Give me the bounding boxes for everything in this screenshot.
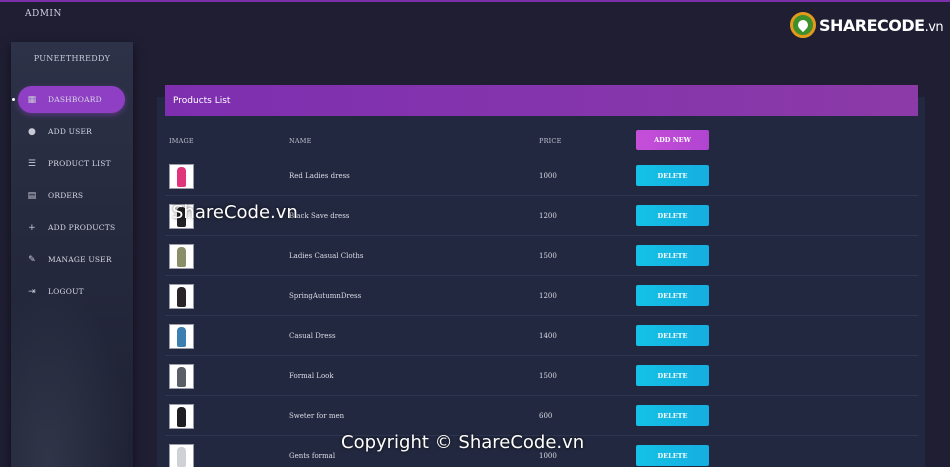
sidebar-item-label: ORDERS bbox=[48, 191, 84, 200]
column-header-price: PRICE bbox=[539, 137, 562, 145]
list-icon: ☰ bbox=[27, 158, 37, 169]
sidebar-item-orders[interactable]: ▤ ORDERS bbox=[11, 182, 133, 209]
table-row: SpringAutumnDress 1200 DELETE bbox=[165, 276, 918, 316]
product-thumbnail bbox=[169, 404, 194, 429]
product-price: 1000 bbox=[539, 452, 557, 460]
library-icon: ▤ bbox=[27, 190, 37, 201]
product-name: Red Ladies dress bbox=[289, 172, 350, 180]
table-row: Casual Dress 1400 DELETE bbox=[165, 316, 918, 356]
sidebar-nav: ▦ DASHBOARD ● ADD USER ☰ PRODUCT LIST ▤ ORDERS +… bbox=[11, 86, 133, 310]
product-price: 1500 bbox=[539, 252, 557, 260]
product-thumbnail bbox=[169, 364, 194, 389]
table-header: IMAGE NAME PRICE ADD NEW bbox=[165, 130, 918, 152]
product-name: Black Save dress bbox=[289, 212, 350, 220]
product-image bbox=[177, 326, 186, 347]
product-image bbox=[177, 446, 186, 467]
product-price: 600 bbox=[539, 412, 553, 420]
product-image bbox=[177, 406, 186, 427]
top-accent-line bbox=[0, 0, 950, 2]
delete-button[interactable]: DELETE bbox=[636, 285, 709, 306]
delete-button[interactable]: DELETE bbox=[636, 325, 709, 346]
app-title: ADMIN bbox=[25, 9, 62, 19]
delete-button[interactable]: DELETE bbox=[636, 365, 709, 386]
sidebar-item-label: PRODUCT LIST bbox=[48, 159, 111, 168]
column-header-name: NAME bbox=[289, 137, 312, 145]
person-icon: ● bbox=[27, 126, 37, 137]
plus-icon: + bbox=[28, 222, 36, 233]
sidebar-item-add-products[interactable]: + ADD PRODUCTS bbox=[11, 214, 133, 241]
product-price: 1400 bbox=[539, 332, 557, 340]
table-row: Red Ladies dress 1000 DELETE bbox=[165, 156, 918, 196]
sidebar-username: PUNEETHREDDY bbox=[33, 54, 111, 63]
watermark-copyright: Copyright © ShareCode.vn bbox=[341, 432, 585, 453]
logout-icon: ⇥ bbox=[28, 286, 36, 297]
product-price: 1500 bbox=[539, 372, 557, 380]
panel-title: Products List bbox=[165, 85, 918, 116]
sidebar-item-label: ADD USER bbox=[48, 127, 93, 136]
product-thumbnail bbox=[169, 444, 194, 467]
add-new-button[interactable]: ADD NEW bbox=[636, 130, 709, 150]
sidebar-item-label: ADD PRODUCTS bbox=[48, 223, 116, 232]
sidebar-item-dashboard[interactable]: ▦ DASHBOARD bbox=[12, 86, 125, 113]
delete-button[interactable]: DELETE bbox=[636, 405, 709, 426]
product-name: Sweter for men bbox=[289, 412, 345, 420]
sidebar-item-label: LOGOUT bbox=[48, 287, 84, 296]
delete-button[interactable]: DELETE bbox=[636, 245, 709, 266]
logo-text-domain: .vn bbox=[924, 19, 944, 35]
sidebar: PUNEETHREDDY ▦ DASHBOARD ● ADD USER ☰ PRODUCT… bbox=[11, 42, 133, 467]
logo-text-share: SHARE bbox=[819, 15, 878, 35]
sidebar-item-manage-user[interactable]: ✎ MANAGE USER bbox=[11, 246, 133, 273]
product-price: 1200 bbox=[539, 212, 557, 220]
table-row: Sweter for men 600 DELETE bbox=[165, 396, 918, 436]
logo-text-code: CODE bbox=[877, 15, 925, 35]
product-thumbnail bbox=[169, 164, 194, 189]
product-thumbnail bbox=[169, 244, 194, 269]
product-name: Formal Look bbox=[289, 372, 334, 380]
edit-icon: ✎ bbox=[28, 254, 36, 265]
product-name: Ladies Casual Cloths bbox=[289, 252, 364, 260]
table-row: Ladies Casual Cloths 1500 DELETE bbox=[165, 236, 918, 276]
sidebar-item-logout[interactable]: ⇥ LOGOUT bbox=[11, 278, 133, 305]
table-row: Formal Look 1500 DELETE bbox=[165, 356, 918, 396]
logo-mark-icon bbox=[790, 12, 816, 38]
sidebar-item-add-user[interactable]: ● ADD USER bbox=[11, 118, 133, 145]
product-price: 1000 bbox=[539, 172, 557, 180]
sharecode-logo: SHARECODE.vn bbox=[790, 10, 944, 40]
sidebar-item-label: MANAGE USER bbox=[48, 255, 112, 264]
product-image bbox=[177, 286, 186, 307]
delete-button[interactable]: DELETE bbox=[636, 205, 709, 226]
product-name: Gents formal bbox=[289, 452, 336, 460]
delete-button[interactable]: DELETE bbox=[636, 445, 709, 466]
watermark-center: ShareCode.vn bbox=[172, 202, 298, 223]
logo-text: SHARECODE.vn bbox=[819, 15, 944, 35]
product-image bbox=[177, 246, 186, 267]
column-header-image: IMAGE bbox=[169, 137, 194, 145]
active-indicator-dot bbox=[12, 98, 15, 101]
delete-button[interactable]: DELETE bbox=[636, 165, 709, 186]
product-thumbnail bbox=[169, 284, 194, 309]
product-thumbnail bbox=[169, 324, 194, 349]
product-price: 1200 bbox=[539, 292, 557, 300]
product-image bbox=[177, 166, 186, 187]
sidebar-item-product-list[interactable]: ☰ PRODUCT LIST bbox=[11, 150, 133, 177]
product-name: Casual Dress bbox=[289, 332, 336, 340]
dashboard-icon: ▦ bbox=[27, 94, 37, 105]
sidebar-item-label: DASHBOARD bbox=[48, 95, 102, 104]
product-image bbox=[177, 366, 186, 387]
product-name: SpringAutumnDress bbox=[289, 292, 362, 300]
